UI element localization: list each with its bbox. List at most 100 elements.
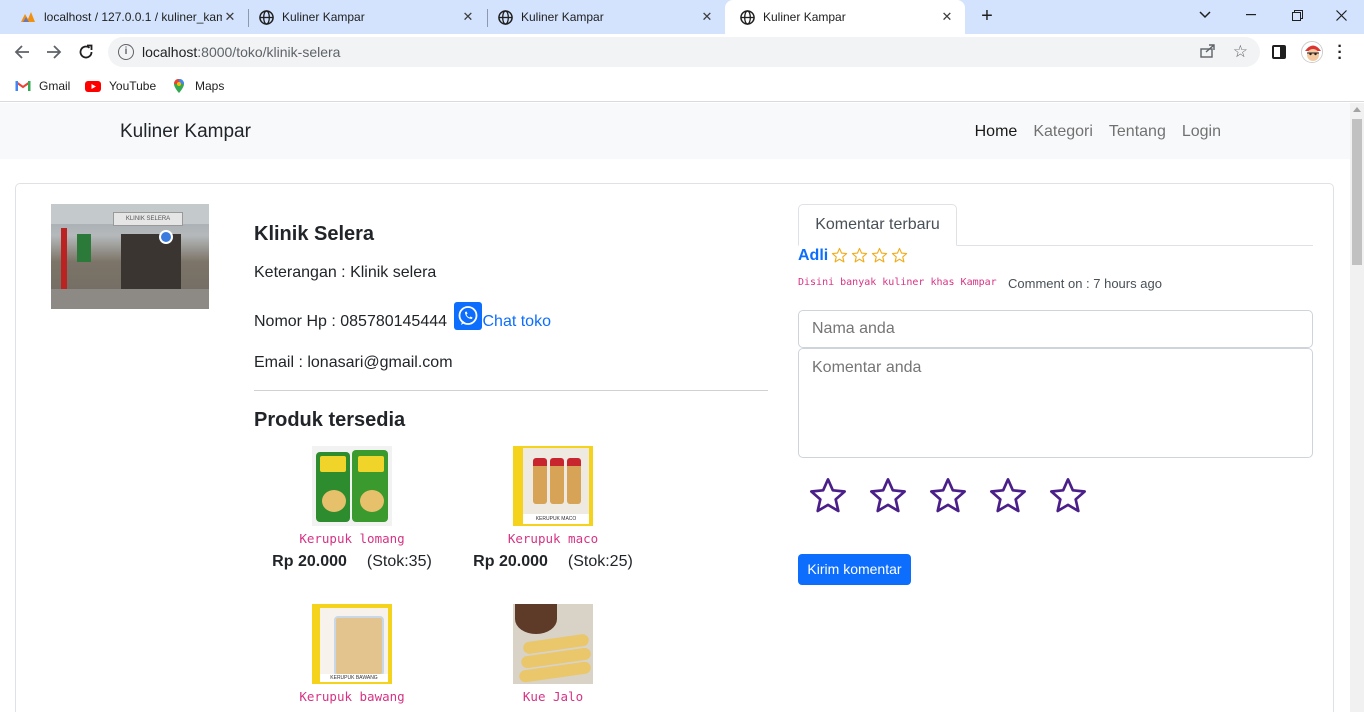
- browser-tab-kuliner-2[interactable]: Kuliner Kampar ✕: [477, 0, 725, 34]
- reload-icon[interactable]: [74, 40, 98, 64]
- site-brand[interactable]: Kuliner Kampar: [120, 121, 251, 143]
- product-name[interactable]: Kerupuk lomang: [252, 531, 452, 549]
- nav-tentang[interactable]: Tentang: [1109, 123, 1166, 141]
- phpmyadmin-icon: [20, 9, 36, 25]
- minimize-button[interactable]: [1228, 0, 1274, 30]
- share-icon[interactable]: [1200, 44, 1216, 61]
- gmail-icon: [15, 81, 31, 91]
- rating-input: [808, 476, 1088, 516]
- bookmark-youtube[interactable]: YouTube: [85, 77, 156, 95]
- product-name[interactable]: Kerupuk maco: [453, 531, 653, 549]
- rating-star-3-icon[interactable]: [928, 476, 968, 516]
- bookmarks-bar: Gmail YouTube Maps: [0, 70, 1364, 102]
- maps-icon: [174, 79, 184, 93]
- new-tab-button[interactable]: +: [976, 6, 998, 28]
- close-window-button[interactable]: [1318, 0, 1364, 30]
- star-outline-icon: [871, 247, 888, 263]
- browser-tab-strip: localhost / 127.0.0.1 / kuliner_kampar ✕…: [0, 0, 1364, 34]
- address-bar[interactable]: i localhost:8000/toko/klinik-selera ☆: [108, 37, 1260, 67]
- rating-star-4-icon[interactable]: [988, 476, 1028, 516]
- street-view-icon: [159, 230, 173, 244]
- product-stock: (Stok:35): [366, 553, 432, 570]
- section-divider: [254, 390, 768, 391]
- comment-time: Comment on : 7 hours ago: [1008, 276, 1162, 291]
- comment-text: Disini banyak kuliner khas Kampar: [798, 277, 997, 288]
- profile-avatar[interactable]: [1301, 41, 1323, 63]
- shop-card: KLINIK SELERA Klinik Selera Keterangan :…: [15, 183, 1334, 712]
- rating-star-2-icon[interactable]: [868, 476, 908, 516]
- product-card[interactable]: KERUPUK MACO Kerupuk maco Rp 20.000 (Sto…: [453, 446, 653, 571]
- product-image[interactable]: KERUPUK BAWANG: [312, 604, 392, 684]
- back-arrow-icon[interactable]: [10, 40, 34, 64]
- product-name[interactable]: Kue Jalo: [453, 689, 653, 707]
- product-image[interactable]: [513, 604, 593, 684]
- rating-star-5-icon[interactable]: [1048, 476, 1088, 516]
- comment-rating: [831, 247, 908, 264]
- globe-icon: [258, 9, 274, 25]
- product-price: Rp 20.000: [473, 553, 548, 570]
- forward-arrow-icon[interactable]: [42, 40, 66, 64]
- rating-star-1-icon[interactable]: [808, 476, 848, 516]
- url-text: localhost:8000/toko/klinik-selera: [142, 44, 341, 60]
- product-image-label: KERUPUK BAWANG: [320, 674, 388, 682]
- tab-title: Kuliner Kampar: [763, 10, 846, 24]
- restore-button[interactable]: [1274, 0, 1320, 30]
- bookmark-gmail[interactable]: Gmail: [15, 77, 70, 95]
- shop-photo-sign: KLINIK SELERA: [113, 212, 183, 226]
- product-price: Rp 20.000: [272, 553, 347, 570]
- product-image-label: KERUPUK MACO: [523, 514, 589, 524]
- whatsapp-icon[interactable]: [454, 302, 483, 330]
- nav-kategori[interactable]: Kategori: [1033, 123, 1093, 141]
- tab-search-icon[interactable]: [1182, 0, 1228, 30]
- page-scrollbar[interactable]: [1350, 103, 1364, 712]
- shop-phone-row: Nomor Hp : 085780145444 Chat toko: [254, 302, 551, 331]
- scrollbar-thumb[interactable]: [1352, 119, 1362, 265]
- tab-title: Kuliner Kampar: [282, 10, 365, 24]
- product-stock: (Stok:25): [567, 553, 633, 570]
- submit-comment-button[interactable]: Kirim komentar: [798, 554, 911, 585]
- star-outline-icon: [831, 247, 848, 263]
- browser-tab-kuliner-active[interactable]: Kuliner Kampar ✕: [725, 0, 965, 34]
- star-outline-icon: [851, 247, 868, 263]
- site-info-icon[interactable]: i: [118, 44, 134, 60]
- star-outline-icon: [891, 247, 908, 263]
- scroll-up-arrow-icon[interactable]: [1353, 107, 1361, 112]
- more-menu-icon[interactable]: · · ·: [1336, 39, 1344, 67]
- product-image[interactable]: [312, 446, 392, 526]
- close-tab-icon[interactable]: ✕: [222, 9, 238, 25]
- shop-photo: KLINIK SELERA: [51, 204, 209, 309]
- tab-title: localhost / 127.0.0.1 / kuliner_kampar: [44, 10, 222, 24]
- product-card[interactable]: Kue Jalo: [453, 604, 653, 707]
- browser-tab-kuliner-1[interactable]: Kuliner Kampar ✕: [238, 0, 486, 34]
- nav-links: Home Kategori Tentang Login: [975, 123, 1221, 141]
- name-input[interactable]: [798, 310, 1313, 348]
- globe-icon: [497, 9, 513, 25]
- browser-tab-phpmyadmin[interactable]: localhost / 127.0.0.1 / kuliner_kampar ✕: [0, 0, 248, 34]
- shop-description: Keterangan : Klinik selera: [254, 264, 437, 281]
- product-card[interactable]: KERUPUK BAWANG Kerupuk bawang: [252, 604, 452, 707]
- site-navbar: Kuliner Kampar Home Kategori Tentang Log…: [0, 103, 1350, 159]
- shop-phone: Nomor Hp : 085780145444: [254, 313, 448, 330]
- shop-email: Email : lonasari@gmail.com: [254, 354, 453, 371]
- youtube-icon: [85, 81, 101, 92]
- products-heading: Produk tersedia: [254, 409, 406, 431]
- comment-author: Adli: [798, 247, 829, 264]
- close-tab-icon[interactable]: ✕: [939, 9, 955, 25]
- browser-toolbar: i localhost:8000/toko/klinik-selera ☆ · ·…: [0, 34, 1364, 70]
- bookmark-maps[interactable]: Maps: [171, 77, 224, 95]
- nav-home[interactable]: Home: [975, 123, 1018, 141]
- product-card[interactable]: Kerupuk lomang Rp 20.000 (Stok:35): [252, 446, 452, 571]
- page-viewport: Kuliner Kampar Home Kategori Tentang Log…: [0, 103, 1350, 712]
- tab-title: Kuliner Kampar: [521, 10, 604, 24]
- comment-textarea[interactable]: [798, 348, 1313, 458]
- side-panel-icon[interactable]: [1272, 45, 1286, 59]
- nav-login[interactable]: Login: [1182, 123, 1221, 141]
- close-tab-icon[interactable]: ✕: [460, 9, 476, 25]
- tab-latest-comments[interactable]: Komentar terbaru: [798, 204, 957, 246]
- chat-shop-link[interactable]: Chat toko: [482, 313, 550, 330]
- product-image[interactable]: KERUPUK MACO: [513, 446, 593, 526]
- bookmark-star-icon[interactable]: ☆: [1233, 42, 1248, 62]
- close-tab-icon[interactable]: ✕: [699, 9, 715, 25]
- product-name[interactable]: Kerupuk bawang: [252, 689, 452, 707]
- globe-icon: [739, 9, 755, 25]
